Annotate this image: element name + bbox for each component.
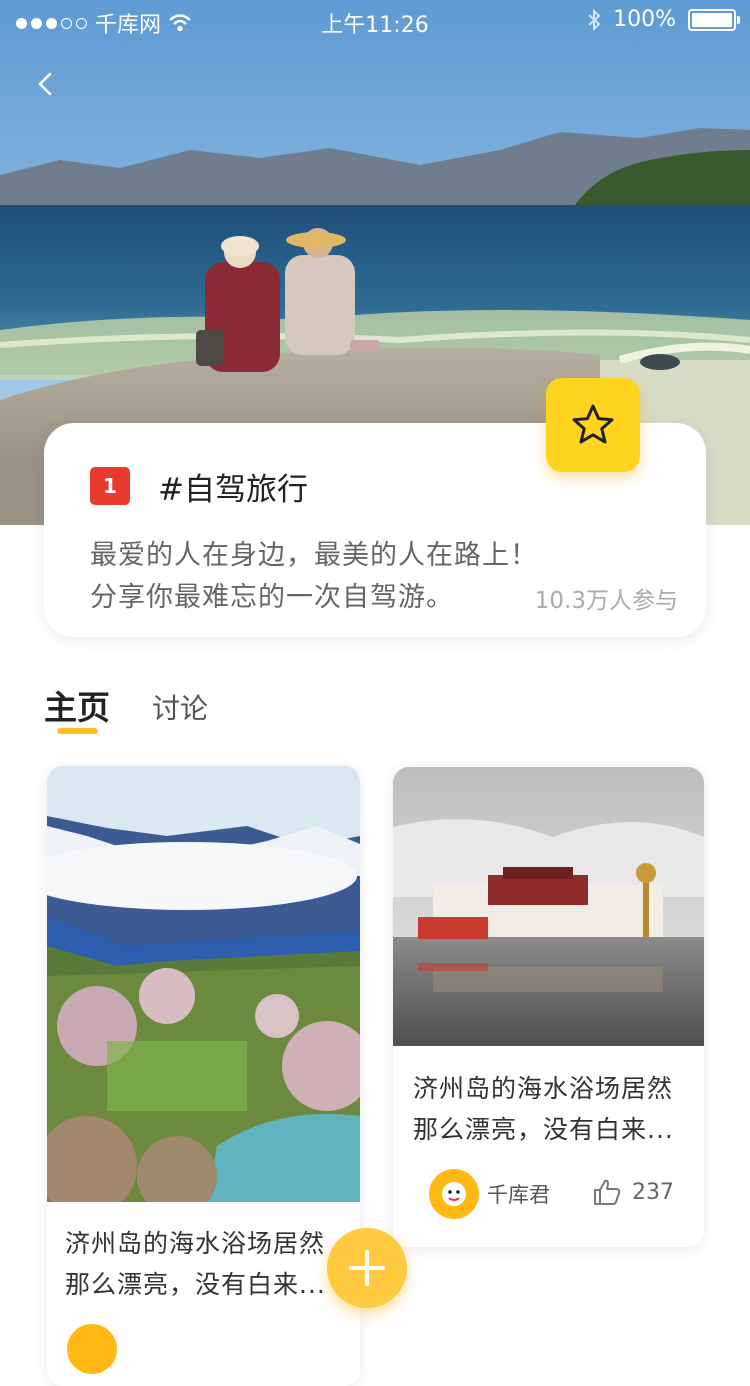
back-button[interactable]: [30, 66, 60, 102]
thumbs-up-icon: [594, 1179, 621, 1205]
battery-icon: [688, 8, 740, 31]
status-bar: 千库网 上午11:26 100%: [0, 0, 750, 40]
tab-discussion[interactable]: 讨论: [152, 687, 208, 727]
chevron-left-icon: [38, 72, 52, 96]
bluetooth-icon: [588, 8, 601, 31]
add-post-button[interactable]: [327, 1228, 407, 1308]
tab-home[interactable]: 主页: [44, 681, 110, 729]
star-icon: [572, 404, 614, 444]
topic-title: #自驾旅行: [158, 472, 308, 508]
mascot-avatar-icon: [442, 1182, 466, 1206]
participant-count: 10.3万人参与: [534, 588, 678, 614]
author-avatar[interactable]: [67, 1324, 117, 1374]
battery-percent: 100%: [613, 7, 676, 32]
post-image: [47, 766, 360, 1216]
topic-description-line: 最爱的人在身边，最美的人在路上！: [90, 540, 538, 571]
post-title-line: 那么漂亮，没有白来...: [413, 1115, 674, 1144]
post-title: 济州岛的海水浴场居然 那么漂亮，没有白来...: [65, 1223, 351, 1305]
like-count: 237: [632, 1179, 674, 1205]
topic-description: 最爱的人在身边，最美的人在路上！ 分享你最难忘的一次自驾游。: [90, 535, 538, 619]
post-title-line: 那么漂亮，没有白来...: [65, 1270, 326, 1299]
post-author[interactable]: 千库君: [429, 1169, 550, 1219]
author-name: 千库君: [487, 1183, 550, 1207]
active-tab-indicator: [57, 728, 98, 734]
post-title-line: 济州岛的海水浴场居然: [413, 1074, 674, 1103]
like-button[interactable]: 237: [592, 1177, 674, 1207]
plus-icon: [349, 1250, 385, 1286]
post-card[interactable]: 济州岛的海水浴场居然 那么漂亮，没有白来... 千库君 237: [393, 767, 704, 1247]
topic-description-line: 分享你最难忘的一次自驾游。: [90, 582, 454, 613]
rank-badge: 1: [90, 467, 130, 505]
post-title: 济州岛的海水浴场居然 那么漂亮，没有白来...: [413, 1068, 697, 1150]
post-image: [393, 767, 704, 1046]
post-card[interactable]: 济州岛的海水浴场居然 那么漂亮，没有白来...: [47, 766, 360, 1386]
post-title-line: 济州岛的海水浴场居然: [65, 1229, 326, 1258]
author-avatar[interactable]: [429, 1169, 479, 1219]
favorite-button[interactable]: [546, 378, 640, 472]
